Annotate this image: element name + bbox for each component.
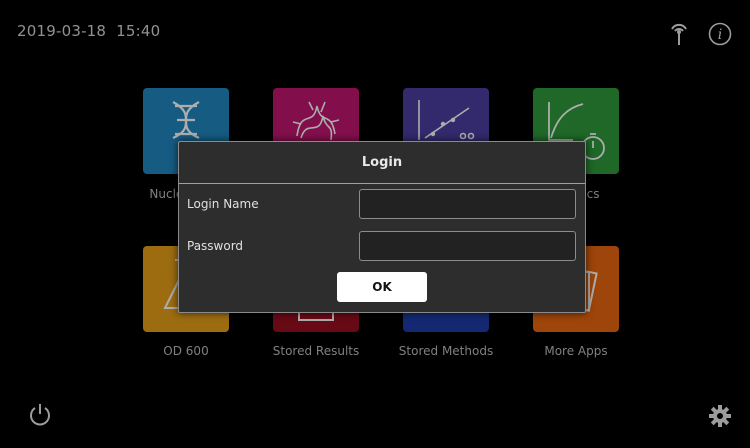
power-icon[interactable] — [27, 401, 53, 429]
login-dialog: Login Login Name Password OK — [178, 141, 586, 313]
app-label-stored-results: Stored Results — [272, 344, 360, 358]
app-label-od600: OD 600 — [163, 344, 209, 358]
app-label-stored-methods: Stored Methods — [398, 344, 494, 358]
wireless-antenna-icon[interactable] — [666, 18, 692, 48]
date-time: 2019-03-18 15:40 — [17, 22, 161, 40]
password-field[interactable] — [359, 231, 576, 261]
gear-icon[interactable] — [706, 402, 734, 430]
dialog-divider — [179, 183, 585, 184]
info-icon[interactable]: i — [707, 21, 733, 47]
login-name-label: Login Name — [187, 197, 259, 211]
password-label: Password — [187, 239, 244, 253]
login-name-field[interactable] — [359, 189, 576, 219]
dialog-title: Login — [361, 155, 403, 170]
status-bar: 2019-03-18 15:40 i — [0, 0, 750, 60]
ok-button[interactable]: OK — [337, 272, 427, 302]
app-label-more-apps: More Apps — [544, 344, 608, 358]
svg-text:i: i — [718, 27, 722, 43]
home-screen: 2019-03-18 15:40 i Nucleic OD 600 Stored… — [0, 0, 750, 448]
